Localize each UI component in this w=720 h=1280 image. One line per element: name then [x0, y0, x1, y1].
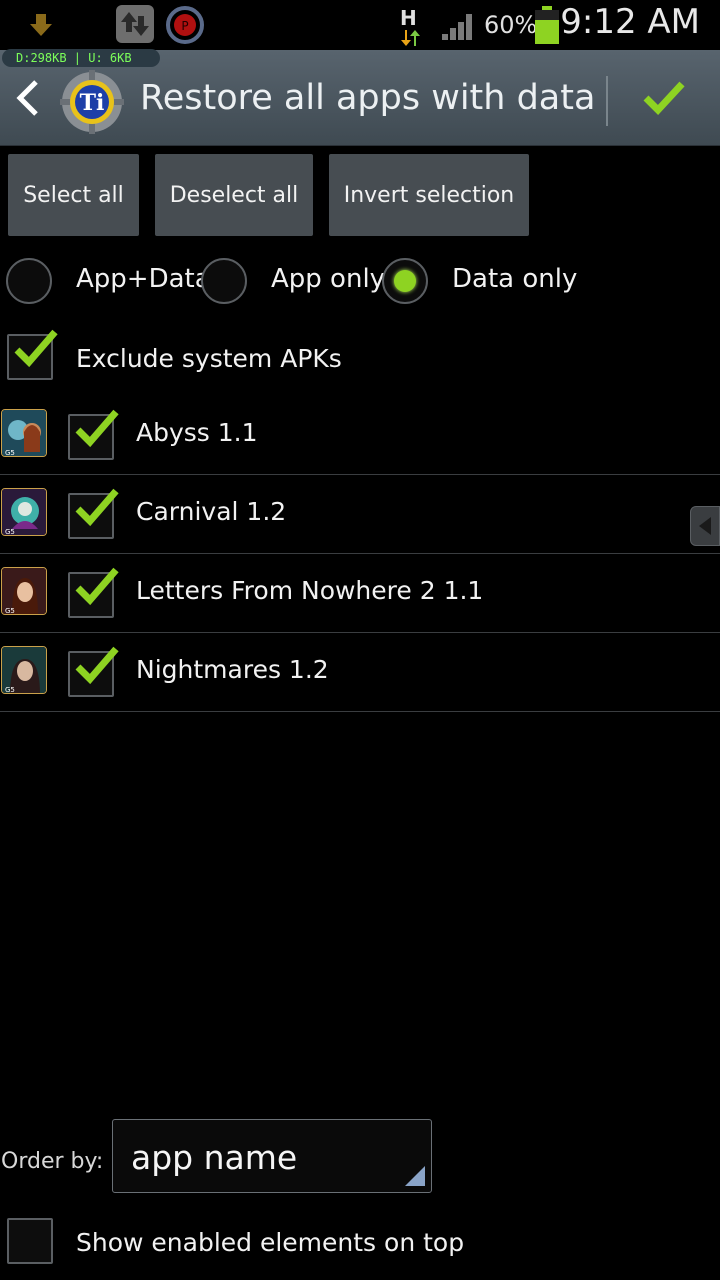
svg-text:G5: G5 — [5, 528, 15, 536]
deselect-all-button[interactable]: Deselect all — [155, 154, 313, 236]
app-icon-letters-from-nowhere: G5 — [1, 567, 47, 615]
order-by-label: Order by: — [1, 1149, 104, 1174]
radio-app-only[interactable] — [201, 258, 247, 304]
svg-text:G5: G5 — [5, 686, 15, 694]
app-checkbox[interactable] — [68, 646, 119, 697]
battery-icon — [535, 6, 559, 48]
page-title: Restore all apps with data — [140, 78, 596, 118]
radio-label-app-only[interactable]: App only — [271, 264, 385, 294]
app-checkbox[interactable] — [68, 488, 119, 539]
app-name: Abyss 1.1 — [136, 418, 258, 447]
side-drawer-handle[interactable] — [690, 506, 720, 546]
app-icon-abyss: G5 — [1, 409, 47, 457]
radio-data-only[interactable] — [382, 258, 428, 304]
order-by-value: app name — [131, 1138, 298, 1177]
check-icon — [75, 646, 119, 685]
data-transfer-icon — [115, 4, 155, 48]
show-enabled-on-top-checkbox[interactable] — [7, 1218, 53, 1264]
svg-text:G5: G5 — [5, 607, 15, 615]
radio-label-data-only[interactable]: Data only — [452, 264, 577, 294]
check-icon[interactable] — [640, 78, 688, 118]
app-icon-carnival: G5 — [1, 488, 47, 536]
check-icon — [75, 567, 119, 606]
titanium-backup-logo[interactable]: Ti — [60, 70, 124, 134]
list-item[interactable]: G5 Nightmares 1.2 — [0, 633, 720, 712]
show-enabled-on-top-label[interactable]: Show enabled elements on top — [76, 1228, 464, 1257]
list-item[interactable]: G5 Letters From Nowhere 2 1.1 — [0, 554, 720, 633]
exclude-system-apks-checkbox[interactable] — [7, 329, 58, 380]
dropdown-arrow-icon — [405, 1166, 425, 1186]
app-notification-icon: P — [164, 4, 206, 50]
battery-percent: 60% — [484, 11, 538, 39]
check-icon — [75, 409, 119, 448]
select-all-button[interactable]: Select all — [8, 154, 139, 236]
status-bar: P H 60% 9:12 AM — [0, 0, 720, 50]
app-checkbox[interactable] — [68, 409, 119, 460]
signal-strength-icon — [440, 10, 478, 46]
network-type-icon: H — [400, 6, 422, 46]
app-icon-nightmares: G5 — [1, 646, 47, 694]
chevron-left-icon[interactable] — [12, 78, 46, 118]
app-name: Letters From Nowhere 2 1.1 — [136, 576, 484, 605]
exclude-system-apks-label[interactable]: Exclude system APKs — [76, 344, 342, 373]
invert-selection-button[interactable]: Invert selection — [329, 154, 529, 236]
order-by-select[interactable]: app name — [112, 1119, 432, 1193]
app-checkbox[interactable] — [68, 567, 119, 618]
app-name: Carnival 1.2 — [136, 497, 287, 526]
svg-text:G5: G5 — [5, 449, 15, 457]
list-item[interactable]: G5 Carnival 1.2 — [0, 475, 720, 554]
app-name: Nightmares 1.2 — [136, 655, 329, 684]
net-traffic-badge: D:298KB | U: 6KB — [2, 49, 160, 67]
list-item[interactable]: G5 Abyss 1.1 — [0, 396, 720, 475]
svg-text:P: P — [181, 19, 188, 33]
download-icon — [28, 12, 54, 42]
check-icon — [14, 329, 58, 368]
clock: 9:12 AM — [560, 2, 700, 42]
arrow-left-icon — [699, 517, 711, 535]
check-icon — [75, 488, 119, 527]
svg-text:Ti: Ti — [80, 90, 105, 116]
radio-app-data[interactable] — [6, 258, 52, 304]
radio-label-app-data[interactable]: App+Data — [76, 264, 211, 294]
action-bar-divider — [606, 76, 608, 126]
